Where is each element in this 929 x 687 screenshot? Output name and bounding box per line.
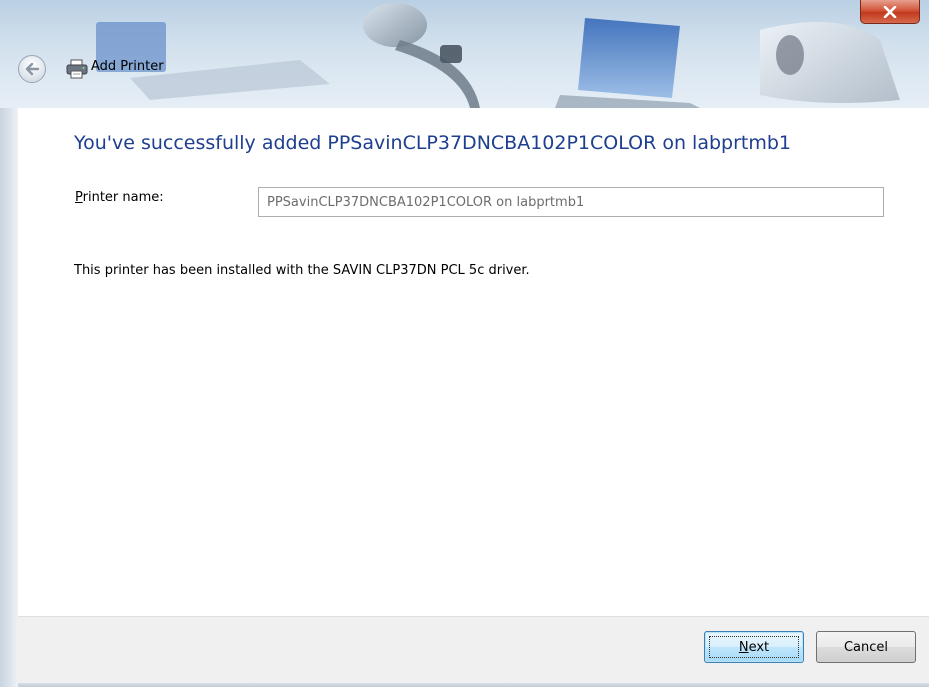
printer-name-input[interactable] <box>258 187 884 217</box>
close-button[interactable] <box>860 0 920 24</box>
window-left-frame <box>0 108 18 687</box>
printer-name-label-text: rinter name: <box>82 190 164 205</box>
printer-name-label: Printer name: <box>75 190 164 205</box>
page-heading: You've successfully added PPSavinCLP37DN… <box>74 132 792 154</box>
next-button[interactable]: Next <box>704 631 804 663</box>
add-printer-window: Add Printer You've successfully added PP… <box>0 0 929 687</box>
title-bar: Add Printer <box>0 0 929 108</box>
printer-name-label-mnemonic: P <box>75 190 83 205</box>
focus-rectangle <box>709 636 799 658</box>
printer-icon <box>66 59 88 79</box>
wizard-content: You've successfully added PPSavinCLP37DN… <box>18 108 929 616</box>
blurred-laptop-center <box>578 18 680 98</box>
window-title: Add Printer <box>91 59 164 74</box>
back-arrow-icon <box>25 62 40 76</box>
cancel-button[interactable]: Cancel <box>816 631 916 663</box>
driver-message: This printer has been installed with the… <box>74 263 530 278</box>
close-icon <box>883 5 897 18</box>
banner-devices-decoration <box>96 3 900 108</box>
wizard-footer: Next Cancel <box>18 616 929 687</box>
back-button[interactable] <box>18 55 46 83</box>
window-bottom-frame <box>18 683 929 687</box>
camera-device <box>363 3 427 47</box>
